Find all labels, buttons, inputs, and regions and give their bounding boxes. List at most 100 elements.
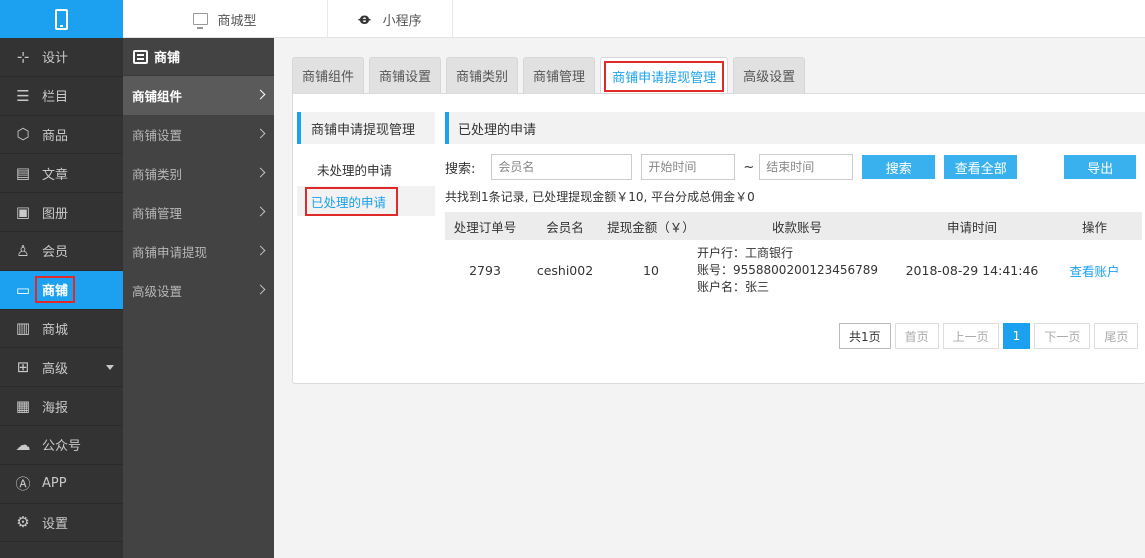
search-bar: 搜索: ~ 搜索 查看全部 导出: [445, 154, 1145, 180]
sidebar-item-design[interactable]: ⊹ 设计: [0, 38, 123, 77]
side-menu-title: 商铺申请提现管理: [297, 112, 435, 144]
chevron-right-icon: [255, 284, 266, 295]
processed-requests-panel: 已处理的申请 搜索: ~ 搜索 查看全部 导出 共找到1条记录, 已处理提现金额…: [445, 112, 1145, 300]
sidebar-item-stores[interactable]: ▭ 商铺: [0, 270, 123, 310]
chevron-right-icon: [255, 245, 266, 256]
page-prev-button[interactable]: 上一页: [942, 323, 999, 349]
sidebar-item-advanced[interactable]: ⊞ 高级: [0, 348, 123, 388]
tab-store-categories[interactable]: 商铺类别: [446, 57, 519, 93]
app-icon: Ⓐ: [15, 475, 31, 494]
store-icon: ▭: [15, 280, 31, 299]
top-tab-mall-type[interactable]: 商城型: [123, 0, 328, 38]
sub-sidebar: 商铺 商铺组件 商铺设置 商铺类别 商铺管理 商铺申请提现 高级设置: [123, 38, 274, 558]
account-bank: 开户行：工商银行: [697, 245, 794, 260]
withdrawal-side-menu: 商铺申请提现管理 未处理的申请 已处理的申请: [297, 112, 435, 216]
article-icon: ▤: [15, 164, 31, 183]
sidebar-item-poster[interactable]: ▦ 海报: [0, 387, 123, 426]
poster-icon: ▦: [15, 397, 31, 416]
subnav-item-store-settings[interactable]: 商铺设置: [123, 115, 274, 154]
tab-store-settings[interactable]: 商铺设置: [369, 57, 442, 93]
sidebar-item-products[interactable]: ⬡ 商品: [0, 116, 123, 155]
page-first-button[interactable]: 首页: [894, 323, 939, 349]
mini-program-icon: ꝋ: [358, 10, 371, 28]
cell-apply-time: 2018-08-29 14:41:46: [905, 262, 1039, 278]
account-holder: 账户名：张三: [697, 279, 770, 294]
caret-down-icon: [106, 365, 114, 371]
table-row: 2793 ceshi002 10 开户行：工商银行 账号：95588002001…: [445, 240, 1142, 300]
sidebar-item-wechat[interactable]: ☁ 公众号: [0, 426, 123, 465]
gear-icon: ⚙: [16, 513, 30, 532]
subnav-item-advanced-settings[interactable]: 高级设置: [123, 271, 274, 310]
main-sidebar: ⊹ 设计 ☰ 栏目 ⬡ 商品 ▤ 文章 ▣ 图册 ♙ 会员 ▭ 商铺 ▥ 商城 ⊞ 高级 ▦ 海报 …: [0, 0, 123, 558]
header-account: 收款账号: [771, 219, 822, 235]
user-icon: ♙: [16, 241, 30, 260]
table-header-row: 处理订单号 会员名 提现金额（￥） 收款账号 申请时间 操作: [445, 212, 1142, 240]
chevron-right-icon: [255, 89, 266, 100]
content-card: 商铺申请提现管理 未处理的申请 已处理的申请 已处理的申请 搜索: ~ 搜索 查…: [292, 93, 1145, 384]
subnav-item-store-components[interactable]: 商铺组件: [123, 76, 274, 115]
subnav-item-store-categories[interactable]: 商铺类别: [123, 154, 274, 193]
clipboard-icon: ▥: [15, 319, 31, 338]
top-bar: 商城型 ꝋ 小程序: [123, 0, 1145, 38]
cell-account: 开户行：工商银行 账号：9558800200123456789 账户名：张三: [697, 240, 897, 300]
sub-sidebar-header: 商铺: [123, 38, 274, 76]
header-amount: 提现金额（￥）: [607, 219, 695, 235]
phone-icon: [55, 8, 68, 30]
sidebar-item-gallery[interactable]: ▣ 图册: [0, 193, 123, 232]
view-all-button[interactable]: 查看全部: [944, 155, 1018, 179]
date-range-separator: ~: [743, 159, 755, 175]
wechat-icon: ☁: [15, 435, 31, 454]
chevron-right-icon: [255, 167, 266, 178]
tab-store-components[interactable]: 商铺组件: [292, 57, 365, 93]
cell-action: 查看账户: [1047, 240, 1142, 300]
view-account-link[interactable]: 查看账户: [1069, 264, 1119, 279]
sidebar-item-app[interactable]: Ⓐ APP: [0, 465, 123, 504]
sidebar-item-members[interactable]: ♙ 会员: [0, 232, 123, 271]
top-tab-mini-program[interactable]: ꝋ 小程序: [328, 0, 453, 38]
content-tabs: 商铺组件 商铺设置 商铺类别 商铺管理 商铺申请提现管理 高级设置: [292, 57, 810, 94]
account-number: 账号：9558800200123456789: [697, 262, 879, 277]
menu-unprocessed-requests[interactable]: 未处理的申请: [297, 154, 435, 184]
result-summary: 共找到1条记录, 已处理提现金额￥10, 平台分成总佣金￥0: [445, 190, 755, 204]
chevron-right-icon: [255, 206, 266, 217]
cell-order-no: 2793: [469, 262, 501, 278]
sidebar-item-mall[interactable]: ▥ 商城: [0, 310, 123, 349]
withdrawal-table: 处理订单号 会员名 提现金额（￥） 收款账号 申请时间 操作 2793 cesh…: [445, 212, 1142, 300]
monitor-icon: [193, 13, 209, 29]
panel-title: 已处理的申请: [445, 112, 1145, 144]
header-member: 会员名: [546, 219, 584, 235]
page-current-button[interactable]: 1: [1002, 323, 1031, 349]
menu-processed-requests[interactable]: 已处理的申请: [297, 186, 435, 216]
header-order-no: 处理订单号: [453, 219, 517, 235]
page-last-button[interactable]: 尾页: [1094, 323, 1139, 349]
mobile-logo[interactable]: [0, 0, 123, 38]
tab-advanced-settings[interactable]: 高级设置: [733, 57, 806, 93]
member-name-input[interactable]: [491, 154, 633, 180]
header-apply-time: 申请时间: [946, 219, 997, 235]
pagination: 共1页 首页 上一页 1 下一页 尾页: [839, 323, 1139, 349]
tab-store-management[interactable]: 商铺管理: [523, 57, 596, 93]
sidebar-item-settings[interactable]: ⚙ 设置: [0, 504, 123, 543]
header-action: 操作: [1081, 219, 1107, 235]
grid-icon: ⊞: [16, 358, 30, 377]
subnav-item-store-withdrawal[interactable]: 商铺申请提现: [123, 232, 274, 271]
store-list-icon: [133, 49, 148, 64]
search-button[interactable]: 搜索: [862, 155, 936, 179]
tab-withdrawal-management[interactable]: 商铺申请提现管理: [600, 57, 729, 94]
export-button[interactable]: 导出: [1064, 155, 1137, 179]
cell-amount: 10: [643, 262, 659, 278]
cell-member: ceshi002: [536, 262, 594, 278]
page-total: 共1页: [839, 323, 891, 349]
sidebar-item-articles[interactable]: ▤ 文章: [0, 154, 123, 194]
design-icon: ⊹: [16, 47, 30, 66]
list-icon: ☰: [16, 86, 30, 105]
sidebar-item-columns[interactable]: ☰ 栏目: [0, 77, 123, 116]
subnav-item-store-management[interactable]: 商铺管理: [123, 193, 274, 232]
end-time-input[interactable]: [759, 154, 854, 180]
chevron-right-icon: [255, 128, 266, 139]
start-time-input[interactable]: [641, 154, 736, 180]
box-icon: ⬡: [16, 125, 30, 144]
search-label: 搜索:: [445, 161, 476, 177]
page-next-button[interactable]: 下一页: [1034, 323, 1091, 349]
image-icon: ▣: [15, 203, 31, 222]
